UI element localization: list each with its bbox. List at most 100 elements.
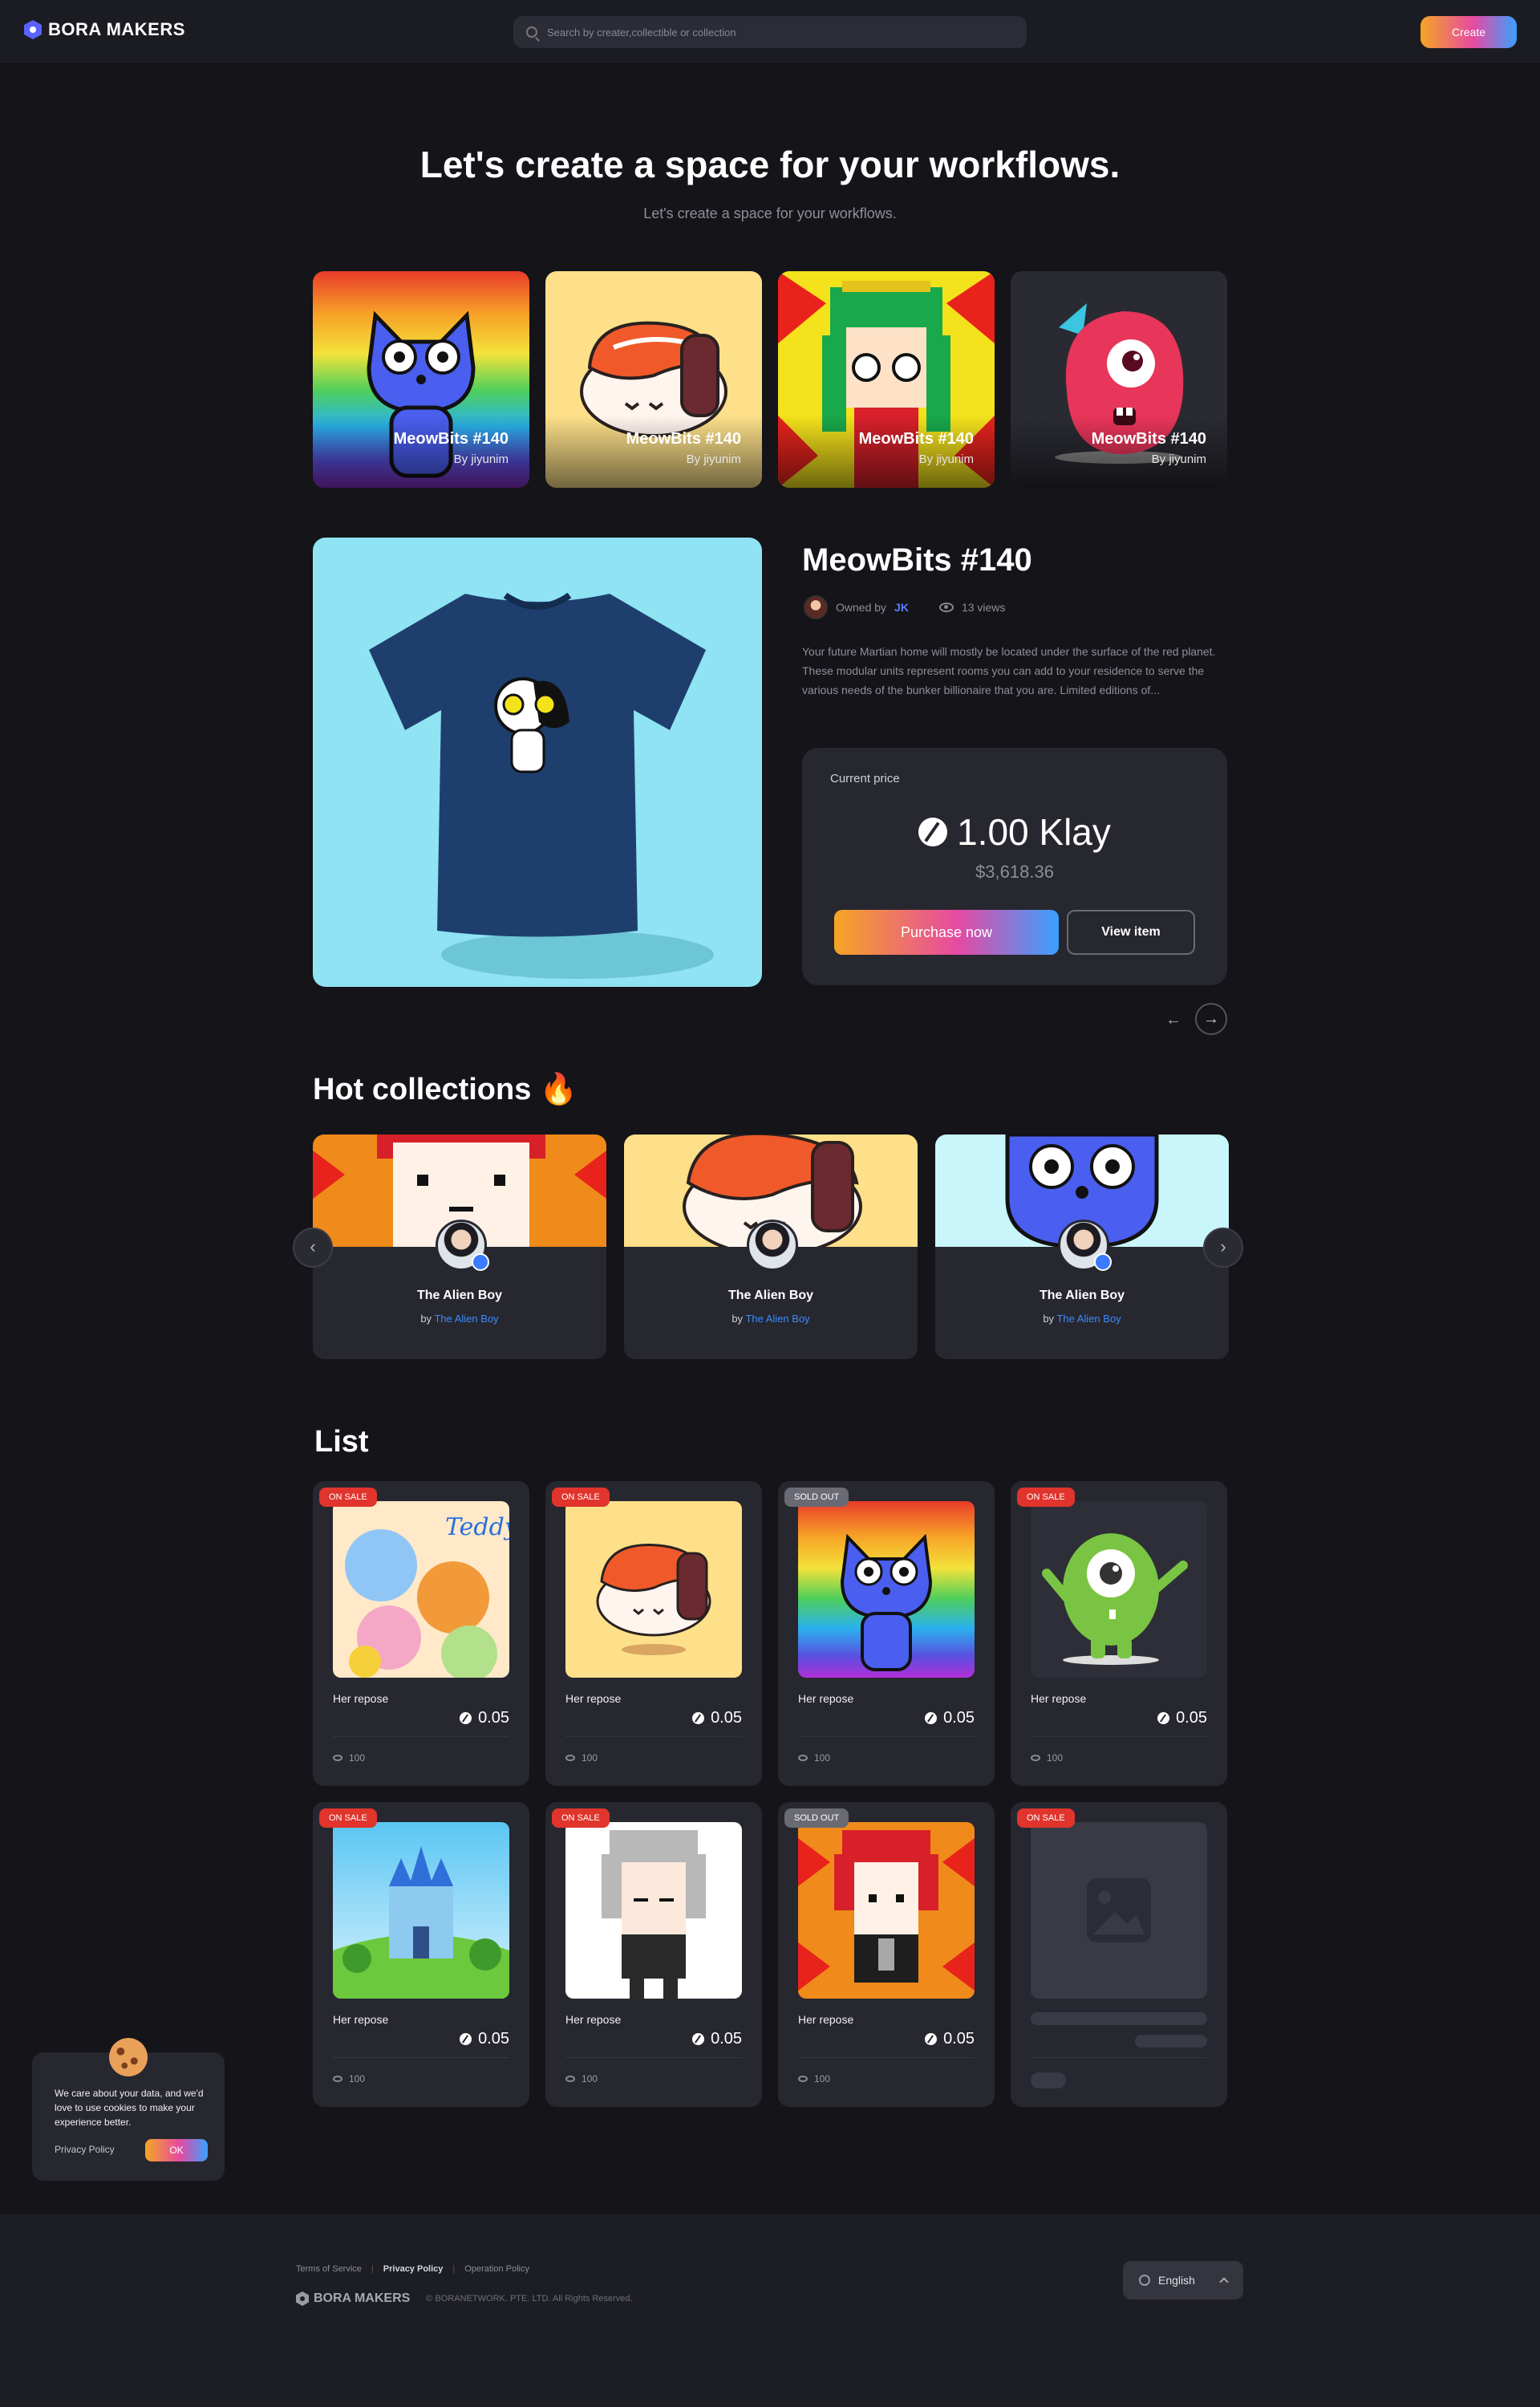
list-item[interactable]: ON SALE Her repose 0.05 100	[1011, 1481, 1227, 1786]
next-arrow-icon[interactable]: →	[1195, 1003, 1227, 1035]
thumbnail-creator: By jiyunim	[918, 453, 974, 466]
item-views: 100	[565, 1752, 598, 1764]
item-price: 0.05	[460, 1709, 509, 1727]
globe-icon	[1139, 2275, 1150, 2286]
status-badge: ON SALE	[319, 1808, 377, 1828]
list-item[interactable]: Teddy ON SALE Her repose 0.05 100	[313, 1481, 529, 1786]
owner-row: Owned by JK 13 views	[804, 595, 1005, 619]
list-item[interactable]: ON SALE Her repose 0.05 100	[313, 1802, 529, 2107]
eye-icon	[798, 2076, 808, 2082]
pixel-redhead-artwork	[798, 1822, 975, 1999]
list-item[interactable]: ON SALE Her repose 0.05 100	[545, 1481, 762, 1786]
thumbnail-title: MeowBits #140	[858, 430, 974, 448]
featured-item-title: MeowBits #140	[802, 542, 1032, 578]
item-price: 0.05	[925, 2030, 975, 2048]
list-item[interactable]: SOLD OUT Her repose 0.05 100	[778, 1481, 995, 1786]
status-badge: ON SALE	[1017, 1808, 1075, 1828]
item-image	[798, 1822, 975, 1999]
search-bar[interactable]	[513, 16, 1027, 48]
item-name: Her repose	[1031, 1692, 1087, 1705]
item-views: 100	[798, 1752, 830, 1764]
carousel-prev-icon[interactable]: ‹	[293, 1228, 333, 1268]
prev-arrow-icon[interactable]: ←	[1160, 1006, 1187, 1033]
creator-link[interactable]: The Alien Boy	[745, 1313, 809, 1325]
brand-logo[interactable]: BORA MAKERS	[24, 19, 185, 40]
thumbnail-card[interactable]: MeowBits #140 By jiyunim	[778, 271, 995, 488]
collection-card[interactable]: The Alien Boy by The Alien Boy	[313, 1134, 606, 1359]
thumbnail-card[interactable]: MeowBits #140 By jiyunim	[313, 271, 529, 488]
eye-icon	[938, 603, 954, 612]
status-badge: ON SALE	[319, 1488, 377, 1507]
status-badge: ON SALE	[552, 1488, 610, 1507]
item-views: 100	[333, 1752, 365, 1764]
list-item[interactable]: SOLD OUT Her repose 0.05 100	[778, 1802, 995, 2107]
item-image	[798, 1501, 975, 1678]
status-badge: ON SALE	[1017, 1488, 1075, 1507]
status-badge: SOLD OUT	[784, 1488, 849, 1507]
cookie-ok-button[interactable]: OK	[145, 2139, 208, 2161]
collection-name: The Alien Boy	[416, 1289, 503, 1302]
item-name: Her repose	[333, 1692, 389, 1705]
klay-icon	[692, 2033, 705, 2045]
owner-avatar[interactable]	[804, 595, 828, 619]
eye-icon	[1031, 1755, 1040, 1761]
klay-icon	[460, 2033, 472, 2045]
thumbnail-card[interactable]: MeowBits #140 By jiyunim	[1011, 271, 1227, 488]
owned-by-label: Owned by	[836, 601, 887, 614]
owner-link[interactable]: JK	[894, 601, 909, 614]
bora-logo-icon	[24, 20, 42, 39]
sushi-artwork	[565, 1501, 742, 1678]
search-icon	[526, 26, 537, 38]
item-description: Your future Martian home will mostly be …	[802, 645, 1216, 696]
verified-icon	[1094, 1253, 1112, 1271]
hot-collections-title: Hot collections 🔥	[313, 1073, 578, 1106]
brand-name: BORA MAKERS	[48, 19, 185, 39]
hero-title: Let's create a space for your workflows.	[419, 144, 1121, 185]
price-value: 1.00 Klay	[802, 810, 1227, 854]
skeleton-line	[1031, 2072, 1066, 2088]
svg-text:Teddy: Teddy	[445, 1513, 509, 1541]
privacy-link[interactable]: Privacy Policy	[383, 2264, 444, 2274]
collection-creator: by The Alien Boy	[1043, 1313, 1121, 1325]
klay-icon	[460, 1712, 472, 1724]
language-selector[interactable]: English	[1123, 2261, 1243, 2299]
collection-card[interactable]: The Alien Boy by The Alien Boy	[935, 1134, 1229, 1359]
purchase-now-button[interactable]: Purchase now	[834, 910, 1059, 955]
teddy-artwork: Teddy	[333, 1501, 509, 1678]
eye-icon	[333, 2076, 342, 2082]
item-price: 0.05	[925, 1709, 975, 1727]
view-item-button[interactable]: View item	[1067, 910, 1195, 955]
search-input[interactable]	[547, 26, 996, 39]
privacy-policy-link[interactable]: Privacy Policy	[55, 2144, 115, 2155]
creator-link[interactable]: The Alien Boy	[434, 1313, 498, 1325]
thumbnail-creator: By jiyunim	[686, 453, 741, 466]
hero-subtitle: Let's create a space for your workflows.	[643, 205, 897, 221]
klay-icon	[918, 818, 948, 846]
terms-link[interactable]: Terms of Service	[296, 2264, 362, 2274]
skeleton-line	[1031, 2012, 1207, 2025]
list-title: List	[314, 1425, 369, 1459]
creator-link[interactable]: The Alien Boy	[1056, 1313, 1121, 1325]
castle-artwork	[333, 1822, 509, 1999]
list-item[interactable]: ON SALE Her repose 0.05 100	[545, 1802, 762, 2107]
view-count: 13 views	[961, 601, 1006, 614]
collection-card[interactable]: The Alien Boy by The Alien Boy	[624, 1134, 918, 1359]
klay-icon	[925, 2033, 938, 2045]
featured-item-image[interactable]	[313, 538, 762, 987]
item-image: Teddy	[333, 1501, 509, 1678]
thumbnail-creator: By jiyunim	[453, 453, 509, 466]
collection-creator: by The Alien Boy	[732, 1313, 810, 1325]
item-image	[565, 1822, 742, 1999]
creator-avatar	[747, 1220, 798, 1271]
carousel-next-icon[interactable]: ›	[1203, 1228, 1243, 1268]
operation-policy-link[interactable]: Operation Policy	[464, 2264, 529, 2274]
footer-brand: BORA MAKERS © BORANETWORK. PTE. LTD. All…	[296, 2291, 633, 2306]
item-image	[333, 1822, 509, 1999]
thumbnail-card[interactable]: MeowBits #140 By jiyunim	[545, 271, 762, 488]
eye-icon	[798, 1755, 808, 1761]
item-image	[565, 1501, 742, 1678]
item-name: Her repose	[798, 2013, 854, 2026]
create-button[interactable]: Create	[1420, 16, 1517, 48]
blue-cat-artwork	[798, 1501, 975, 1678]
footer-links: Terms of Service | Privacy Policy | Oper…	[296, 2264, 529, 2274]
